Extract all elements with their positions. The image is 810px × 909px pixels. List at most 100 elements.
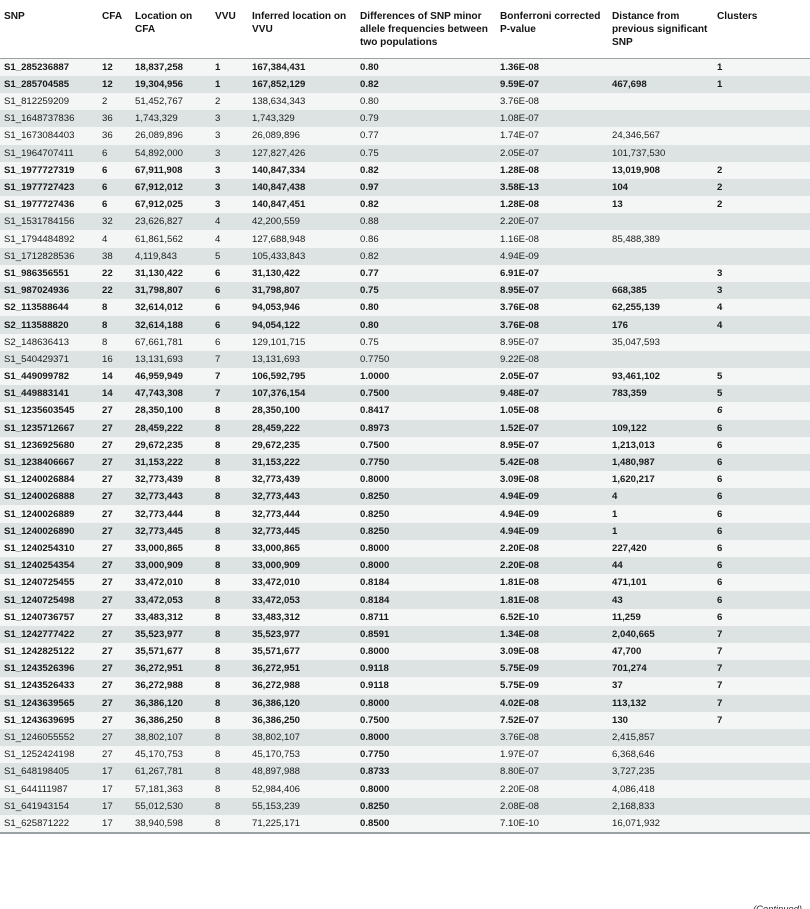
cell-snp: S1_986356551	[4, 267, 70, 279]
cell-diff: 0.7750	[360, 353, 390, 365]
table-row: S1_1238406667 27 31,153,222 8 31,153,222 0.77…	[0, 453, 810, 472]
cell-bonf: 2.20E-08	[500, 783, 539, 795]
cell-diff: 0.8000	[360, 697, 390, 709]
cell-dist: 37	[612, 680, 623, 692]
cell-dist: 35,047,593	[612, 336, 661, 348]
cell-loc: 61,267,781	[135, 766, 184, 778]
cell-clus	[713, 798, 810, 815]
cell-loc: 57,181,363	[135, 783, 184, 795]
cell-snp: S1_987024936	[4, 285, 70, 297]
cell-dist: 13	[612, 199, 623, 211]
cell-inf: 1,743,329	[252, 113, 295, 125]
cell-clus	[713, 230, 810, 247]
cell-cfa: 32	[102, 216, 113, 228]
table-row: S1_1246055552 27 38,802,107 8 38,802,107 0.80…	[0, 728, 810, 747]
cell-snp: S1_1235603545	[4, 405, 75, 417]
cell-cfa: 17	[102, 783, 113, 795]
cell-cfa: 27	[102, 663, 113, 675]
cell-snp: S1_1240254354	[4, 560, 75, 572]
cell-snp: S1_1240026890	[4, 525, 75, 537]
cell-snp: S2_113588644	[4, 302, 69, 314]
cell-loc: 32,773,439	[135, 474, 184, 486]
cell-diff: 0.7500	[360, 714, 390, 726]
cell-loc: 18,837,258	[135, 61, 184, 73]
cell-snp: S1_1252424198	[4, 749, 75, 761]
cell-cfa: 14	[102, 388, 113, 400]
column-header-snp: SNP	[0, 4, 98, 59]
cell-bonf: 1.34E-08	[500, 628, 539, 640]
cell-inf: 36,386,120	[252, 697, 301, 709]
cell-inf: 106,592,795	[252, 371, 306, 383]
cell-loc: 67,911,908	[135, 164, 183, 176]
cell-diff: 0.8711	[360, 611, 389, 623]
cell-bonf: 7.10E-10	[500, 817, 539, 829]
cell-vvu: 8	[215, 457, 221, 469]
cell-cfa: 27	[102, 560, 113, 572]
cell-bonf: 5.75E-09	[500, 663, 539, 675]
cell-diff: 0.8733	[360, 766, 390, 778]
cell-vvu: 8	[215, 405, 221, 417]
table-row: S1_540429371 16 13,131,693 7 13,131,693 0.775…	[0, 350, 810, 368]
cell-cfa: 27	[102, 577, 113, 589]
cell-inf: 127,688,948	[252, 233, 306, 245]
cell-inf: 48,897,988	[252, 766, 301, 778]
cell-inf: 45,170,753	[252, 749, 301, 761]
cell-loc: 35,571,677	[135, 646, 184, 658]
cell-snp: S1_1712828536	[4, 250, 75, 262]
cell-bonf: 5.75E-09	[500, 680, 539, 692]
cell-snp: S1_1794484892	[4, 233, 75, 245]
cell-cfa: 27	[102, 628, 113, 640]
cell-vvu: 7	[215, 353, 221, 365]
cell-inf: 36,386,250	[252, 714, 301, 726]
cell-loc: 28,459,222	[135, 422, 184, 434]
cell-cfa: 27	[102, 422, 113, 434]
cell-diff: 0.8250	[360, 525, 390, 537]
cell-bonf: 1.81E-08	[500, 594, 539, 606]
cell-clus	[713, 763, 810, 780]
cell-snp: S1_1240736757	[4, 611, 75, 623]
table-row: S1_1240254310 27 33,000,865 8 33,000,865 0.80…	[0, 539, 810, 558]
table-row: S1_812259209 2 51,452,767 2 138,634,343 0.80 3…	[0, 92, 810, 111]
cell-dist: 1,480,987	[612, 457, 655, 469]
cell-loc: 45,170,753	[135, 749, 184, 761]
cell-bonf: 1.97E-07	[500, 749, 539, 761]
cell-diff: 0.8000	[360, 542, 390, 554]
cell-clus	[713, 213, 810, 230]
table-row: S1_1235712667 27 28,459,222 8 28,459,222 0.89…	[0, 419, 810, 437]
cell-dist: 471,101	[612, 577, 647, 589]
cell-vvu: 8	[215, 749, 221, 761]
cell-inf: 167,852,129	[252, 78, 306, 90]
cell-clus	[713, 248, 810, 265]
table-row: S1_1964707411 6 54,892,000 3 127,827,426 0.75…	[0, 144, 810, 162]
cell-vvu: 2	[215, 96, 221, 108]
cell-bonf: 1.16E-08	[500, 233, 539, 245]
cell-clus: 6	[717, 594, 723, 606]
cell-inf: 38,802,107	[252, 732, 301, 744]
table-row: S2_113588820 8 32,614,188 6 94,054,122 0.80 3.…	[0, 316, 810, 334]
cell-vvu: 8	[215, 542, 221, 554]
cell-diff: 0.8250	[360, 800, 390, 812]
cell-loc: 32,773,443	[135, 491, 184, 503]
cell-vvu: 8	[215, 611, 221, 623]
cell-cfa: 27	[102, 542, 113, 554]
cell-diff: 0.80	[360, 61, 379, 73]
cell-cfa: 6	[102, 147, 108, 159]
cell-dist: 467,698	[612, 78, 647, 90]
cell-loc: 35,523,977	[135, 628, 184, 640]
table-row: S1_1531784156 32 23,626,827 4 42,200,559 0.88…	[0, 213, 810, 231]
cell-bonf: 4.94E-09	[500, 508, 539, 520]
cell-diff: 0.77	[360, 130, 379, 142]
cell-cfa: 17	[102, 800, 113, 812]
cell-inf: 28,350,100	[252, 405, 301, 417]
cell-snp: S1_625871222	[4, 817, 70, 829]
cell-clus: 7	[717, 680, 723, 692]
cell-diff: 0.80	[360, 319, 379, 331]
cell-dist: 1	[612, 525, 618, 537]
cell-diff: 0.8973	[360, 422, 390, 434]
cell-dist: 1	[612, 508, 618, 520]
cell-diff: 0.77	[360, 267, 379, 279]
cell-loc: 23,626,827	[135, 216, 184, 228]
cell-clus	[713, 815, 810, 832]
cell-loc: 47,743,308	[135, 388, 184, 400]
cell-cfa: 12	[102, 61, 113, 73]
